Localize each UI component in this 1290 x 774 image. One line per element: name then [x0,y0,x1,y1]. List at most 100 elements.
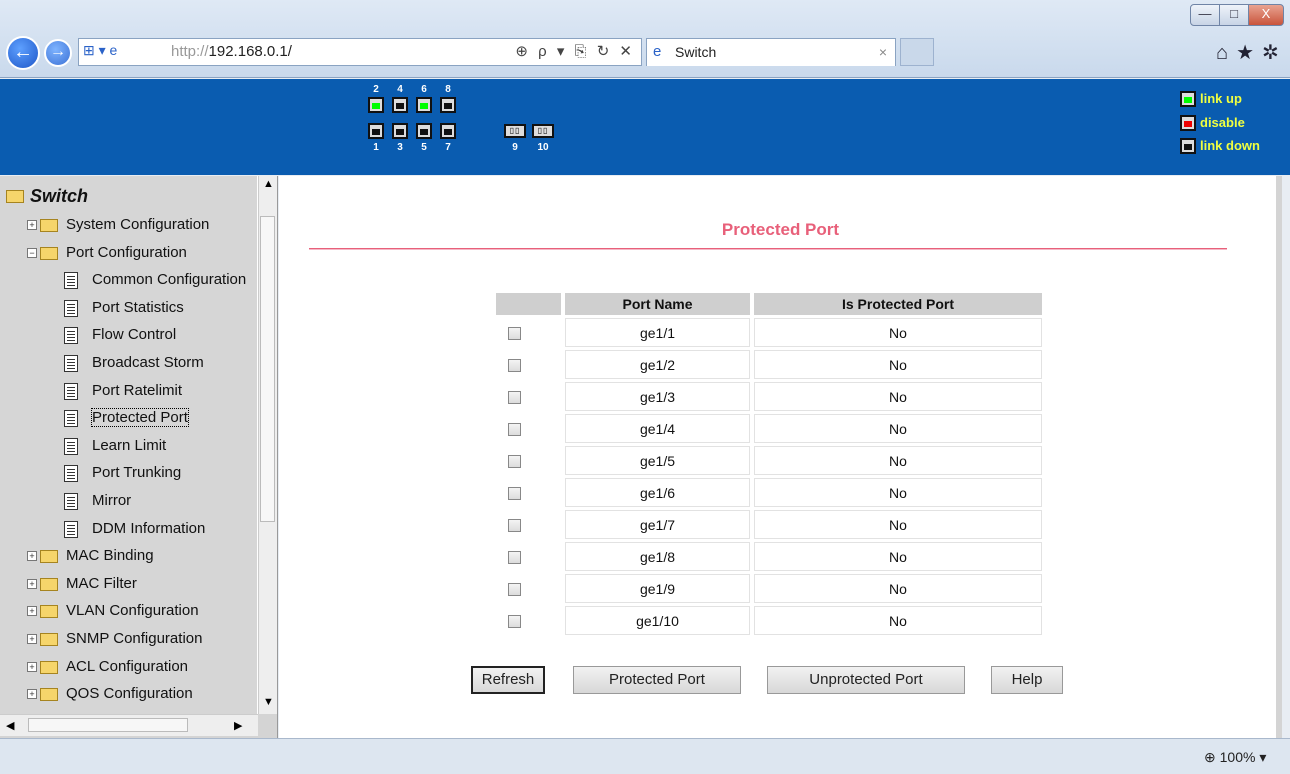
unprotected-port-button[interactable]: Unprotected Port [767,666,965,694]
port-name-cell: ge1/1 [565,318,750,347]
fiber-port-icon[interactable]: ▯▯ [504,124,526,138]
port-name-cell: ge1/7 [565,510,750,539]
ethernet-port-icon[interactable] [368,123,384,139]
row-checkbox[interactable] [508,455,521,469]
legend-disable-icon [1180,115,1196,131]
table-row: ge1/3 No [496,382,1042,411]
h-scrollbar-thumb[interactable] [28,718,188,732]
address-bar[interactable]: ⊞ ▾ e http://192.168.0.1/ ⊕ ρ ▾ ⎘ ↻ ✕ [78,38,642,66]
scroll-right-arrow-icon[interactable]: ▶ [234,719,242,732]
tab-switch[interactable]: e Switch × [646,38,896,66]
maximize-button[interactable]: □ [1219,4,1249,26]
address-url[interactable]: http://192.168.0.1/ [171,43,292,60]
address-tools[interactable]: ⊕ ρ ▾ ⎘ ↻ ✕ [515,42,635,60]
tab-close-icon[interactable]: × [879,44,887,60]
scroll-down-arrow-icon[interactable]: ▼ [263,696,274,708]
select-cell [496,478,561,507]
folder-icon [40,246,58,260]
star-icon[interactable]: ★ [1236,42,1262,64]
folder-icon [40,688,58,702]
ethernet-port-icon[interactable] [392,123,408,139]
table-row: ge1/8 No [496,542,1042,571]
select-cell [496,382,561,411]
tab-title: Switch [675,44,717,60]
address-prefix: http:// [171,43,209,60]
nav-tree: Switch + System Configuration − Port Config… [0,176,258,714]
table-row: ge1/5 No [496,446,1042,475]
minimize-button[interactable]: — [1190,4,1220,26]
is-protected-cell: No [754,542,1042,571]
select-cell [496,606,561,635]
row-checkbox[interactable] [508,423,521,437]
folder-icon [40,633,58,646]
back-arrow-icon[interactable]: ← [6,36,40,70]
help-button[interactable]: Help [991,666,1063,694]
is-protected-cell: No [754,606,1042,635]
is-protected-cell: No [754,350,1042,379]
expand-icon[interactable]: + [27,634,37,644]
tree-item-label: Mirror [92,492,132,509]
row-checkbox[interactable] [508,327,521,341]
port-name-cell: ge1/4 [565,414,750,443]
row-checkbox[interactable] [508,487,521,501]
row-checkbox[interactable] [508,583,521,597]
row-checkbox[interactable] [508,551,521,565]
collapse-icon[interactable]: − [27,247,37,258]
table-row: ge1/10 No [496,606,1042,635]
switch-panel-header: 2 4 6 8 1 3 5 7 ▯▯ 9 ▯▯ 10 link up disable link dow… [0,79,1290,175]
horizontal-scrollbar[interactable]: ◀ ▶ [0,714,258,736]
scroll-left-arrow-icon[interactable]: ◀ [6,719,14,732]
scrollbar-thumb[interactable] [260,216,275,522]
close-window-button[interactable]: X [1248,4,1284,26]
ethernet-port-icon[interactable] [416,123,432,139]
document-icon [64,299,78,317]
port-name-cell: ge1/5 [565,446,750,475]
document-icon [64,437,78,455]
zoom-level[interactable]: ⊕ 100% ▾ [1204,749,1266,766]
vertical-scrollbar[interactable]: ▲ ▼ [258,176,277,714]
document-icon [64,465,78,483]
document-icon [64,410,78,428]
folder-icon [40,219,58,232]
gear-icon[interactable]: ✲ [1262,42,1287,64]
port-number: 9 [512,142,518,153]
row-checkbox[interactable] [508,359,521,373]
protected-port-button[interactable]: Protected Port [573,666,741,694]
is-protected-cell: No [754,446,1042,475]
home-icon[interactable]: ⌂ [1216,42,1236,64]
ethernet-port-icon[interactable] [440,123,456,139]
address-host: 192.168.0.1/ [208,43,292,60]
tree-item-label: Port Statistics [92,298,184,316]
ethernet-port-icon[interactable] [368,97,384,113]
folder-icon [40,660,58,674]
ethernet-port-icon[interactable] [440,97,456,113]
folder-icon [40,550,58,564]
scroll-up-arrow-icon[interactable]: ▲ [263,178,274,190]
row-checkbox[interactable] [508,615,521,629]
page-title: Protected Port [721,220,840,239]
expand-icon[interactable]: + [27,551,37,562]
is-protected-cell: No [754,510,1042,539]
expand-icon[interactable]: + [27,606,37,617]
fiber-port-icon[interactable]: ▯▯ [532,124,554,138]
forward-arrow-icon[interactable]: → [44,39,72,67]
ethernet-port-icon[interactable] [392,97,408,113]
refresh-button[interactable]: Refresh [471,666,545,694]
tree-item-label: Common Configuration [92,271,247,289]
port-name-cell: ge1/2 [565,350,750,379]
row-checkbox[interactable] [508,519,521,533]
row-checkbox[interactable] [508,391,521,405]
legend-up-icon [1180,91,1196,107]
expand-icon[interactable]: + [27,220,37,230]
expand-icon[interactable]: + [27,578,37,589]
select-cell [496,318,561,347]
ethernet-port-icon[interactable] [416,97,432,113]
new-tab-button[interactable] [900,38,934,66]
expand-icon[interactable]: + [27,661,37,672]
expand-icon[interactable]: + [27,689,37,700]
tree-item-label: Broadcast Storm [92,354,204,371]
legend-down-icon [1180,138,1196,154]
port-name-cell: ge1/9 [565,574,750,603]
table-row: ge1/7 No [496,510,1042,539]
zoom-value: 100% [1219,749,1256,765]
